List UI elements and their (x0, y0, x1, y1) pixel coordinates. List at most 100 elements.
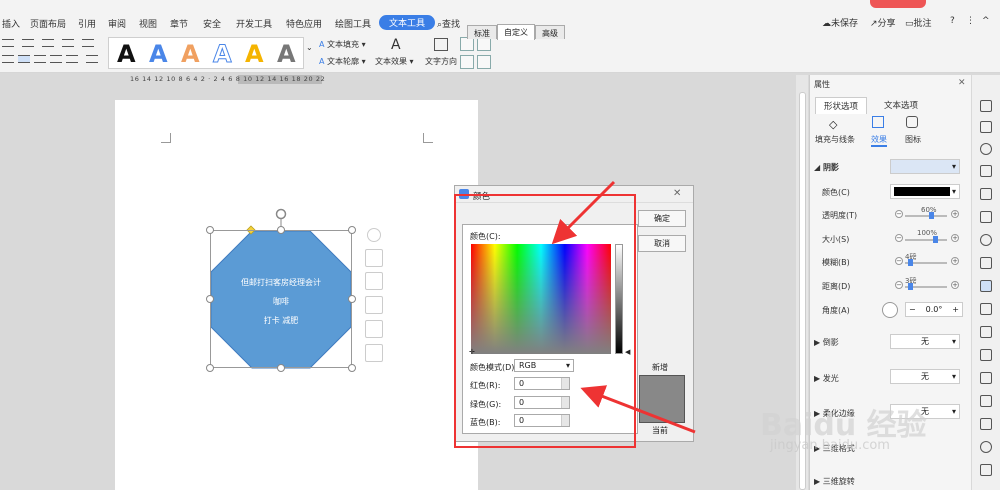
shape-icon[interactable] (906, 116, 918, 128)
fill-line-icon[interactable]: ◇ (829, 118, 837, 131)
line-spacing-icon[interactable] (86, 55, 98, 63)
tab-chapter[interactable]: 章节 (170, 17, 188, 30)
tab-developer[interactable]: 开发工具 (236, 17, 272, 30)
tab-custom[interactable]: 自定义 (497, 24, 535, 40)
shape-text-line[interactable]: 但邮打扫客房经理会计 (210, 277, 352, 288)
unsaved-status[interactable]: ☁未保存 (822, 16, 858, 29)
tab-text-tools[interactable]: 文本工具 (379, 15, 436, 30)
minus-icon[interactable]: − (909, 303, 916, 316)
text-size-icon[interactable] (82, 39, 94, 47)
resize-handle[interactable] (206, 364, 214, 372)
properties-icon[interactable] (980, 280, 992, 292)
justify-icon[interactable] (50, 55, 62, 63)
threed-rotation-section[interactable]: ▶ 三维旋转 (814, 476, 855, 487)
decrease-indent-icon[interactable] (42, 39, 54, 47)
blur-slider[interactable] (905, 259, 947, 266)
text-fill-button[interactable]: A 文本填充 ▾ (319, 39, 366, 50)
angle-stepper[interactable]: −0.0° + (905, 302, 963, 317)
style-orange[interactable]: A (181, 40, 200, 68)
shadow-color-dropdown[interactable]: ▾ (890, 184, 960, 199)
tag-icon[interactable] (980, 418, 992, 430)
minus-icon[interactable]: − (895, 210, 903, 218)
cancel-button[interactable]: 取消 (638, 235, 686, 252)
table-icon[interactable] (980, 211, 992, 223)
link-text-box-icon[interactable] (477, 37, 491, 51)
outline-icon[interactable] (365, 320, 383, 338)
close-icon[interactable]: ✕ (673, 188, 681, 199)
more-icon[interactable]: ⋮ (966, 16, 975, 26)
tab-text-options[interactable]: 文本选项 (876, 97, 926, 113)
tab-special[interactable]: 特色应用 (286, 17, 322, 30)
slider-knob[interactable] (908, 283, 913, 290)
collapse-icon[interactable]: ^ (982, 16, 990, 26)
shapes-icon[interactable] (980, 165, 992, 177)
minus-icon[interactable]: − (895, 234, 903, 242)
style-gray[interactable]: A (277, 40, 296, 68)
plus-icon[interactable]: + (951, 257, 959, 265)
plus-icon[interactable]: + (951, 210, 959, 218)
plus-icon[interactable]: + (952, 303, 959, 316)
gallery-scroll-icon[interactable]: ⌄ (306, 43, 313, 52)
help-icon[interactable]: ? (950, 16, 955, 26)
image-icon[interactable] (980, 303, 992, 315)
reflection-dropdown[interactable]: 无 ▾ (890, 334, 960, 349)
style-black[interactable]: A (117, 40, 136, 68)
align-left-icon[interactable] (2, 55, 14, 63)
numbered-list-icon[interactable] (22, 39, 34, 47)
search-button[interactable]: ⌕查找 (437, 17, 460, 30)
slider-knob[interactable] (908, 259, 913, 266)
tab-standard[interactable]: 标准 (467, 25, 497, 39)
shape-text-line[interactable]: 打卡 减肥 (210, 315, 352, 326)
text-direction-label[interactable]: 文字方向 (425, 56, 457, 67)
reflection-section[interactable]: ▶ 倒影 (814, 337, 839, 348)
effects-icon[interactable] (872, 116, 884, 128)
resize-handle[interactable] (348, 226, 356, 234)
shape-text-line[interactable]: 咖啡 (210, 296, 352, 307)
share-button[interactable]: ↗分享 (870, 16, 896, 29)
angle-dial-icon[interactable] (882, 302, 898, 318)
glow-section[interactable]: ▶ 发光 (814, 373, 839, 384)
login-button[interactable] (870, 0, 926, 8)
subtab-effects[interactable]: 效果 (871, 134, 887, 147)
minus-icon[interactable]: − (895, 257, 903, 265)
break-link-icon[interactable] (477, 55, 491, 69)
select-icon[interactable] (980, 100, 992, 112)
slider-knob[interactable] (929, 212, 934, 219)
size-slider[interactable] (905, 236, 947, 243)
pen-icon[interactable] (365, 272, 383, 290)
text-effect-button[interactable]: 文本效果 ▾ (375, 56, 414, 67)
align-right-icon[interactable] (34, 55, 46, 63)
resize-handle[interactable] (277, 226, 285, 234)
mail-icon[interactable] (980, 395, 992, 407)
resize-handle[interactable] (277, 364, 285, 372)
more-tools-icon[interactable] (980, 464, 992, 476)
glow-dropdown[interactable]: 无 ▾ (890, 369, 960, 384)
cursor-icon[interactable] (980, 121, 992, 133)
plus-icon[interactable]: + (951, 234, 959, 242)
text-outline-button[interactable]: A 文本轮廓 ▾ (319, 56, 366, 67)
subtab-fill-line[interactable]: 填充与线条 (815, 134, 855, 145)
location-icon[interactable] (980, 143, 992, 155)
style-blue[interactable]: A (149, 40, 168, 68)
sheet-icon[interactable] (980, 372, 992, 384)
fill-bucket-icon[interactable] (365, 296, 383, 314)
subtab-shape[interactable]: 图标 (905, 134, 921, 145)
tab-view[interactable]: 视图 (139, 17, 157, 30)
tab-shape-options[interactable]: 形状选项 (815, 97, 868, 114)
history-icon[interactable] (980, 441, 992, 453)
collapse-tools-icon[interactable] (367, 228, 381, 242)
tab-drawing-tools[interactable]: 绘图工具 (335, 17, 371, 30)
text-direction-icon[interactable] (434, 38, 448, 51)
panel-close-icon[interactable]: ✕ (958, 78, 966, 88)
slider-knob[interactable] (933, 236, 938, 243)
plus-icon[interactable]: + (951, 281, 959, 289)
resize-handle[interactable] (206, 226, 214, 234)
bullet-list-icon[interactable] (2, 39, 14, 47)
style-outline[interactable]: A (213, 40, 233, 69)
tab-advanced[interactable]: 高级 (535, 25, 565, 39)
tab-review[interactable]: 审阅 (108, 17, 126, 30)
comment-button[interactable]: ▭批注 (905, 16, 932, 29)
tab-insert[interactable]: 插入 (2, 17, 20, 30)
wrap-text-icon[interactable] (460, 55, 474, 69)
style-gold[interactable]: A (245, 40, 264, 68)
